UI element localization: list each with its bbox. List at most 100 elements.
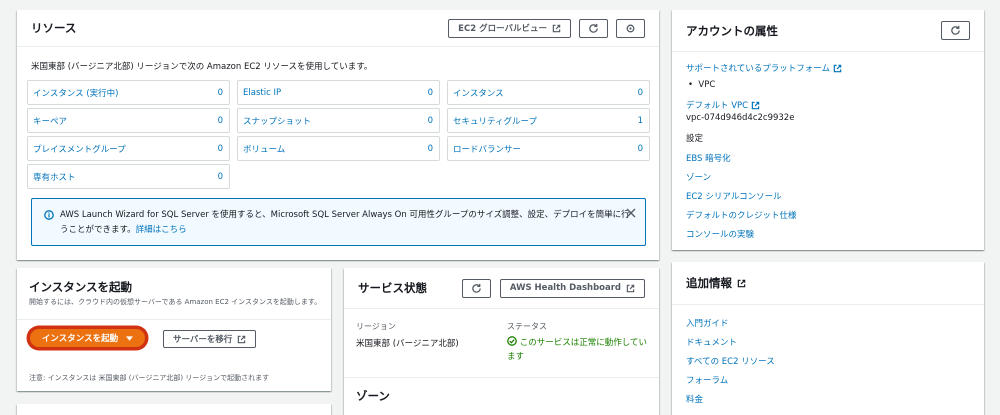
resource-label[interactable]: キーペア [33,115,67,127]
launch-button-label: インスタンスを起動 [41,334,119,344]
refresh-icon [951,25,960,35]
resource-count: 0 [637,87,643,98]
launch-region-note: 注意: インスタンスは 米国東部 (バージニア北部) リージョンで起動されます [29,374,270,382]
zones-title: ゾーン [356,389,390,403]
divider [17,319,331,320]
resource-count: 0 [427,143,433,154]
service-refresh-button[interactable] [461,278,491,298]
launch-wizard-info-alert: AWS Launch Wizard for SQL Server を使用すると、… [31,198,646,246]
refresh-button[interactable] [579,18,608,38]
resource-label[interactable]: インスタンス (実行中) [33,87,119,99]
documentation-link[interactable]: ドキュメント [686,338,737,348]
account-attributes-panel: アカウントの属性 サポートされているプラットフォーム • VPC デフォルト V… [672,10,984,250]
bullet-icon: • [688,80,699,90]
launch-instance-panel: インスタンスを起動 開始するには、クラウド内の仮想サーバーである Amazon … [17,268,331,391]
resources-description: 米国東部 (バージニア北部) リージョンで次の Amazon EC2 リソースを… [31,62,373,72]
resources-panel: リソース EC2 グローバルビュー 米国東部 (バージニア北部) リージョンで次… [17,10,659,260]
service-title: サービス状態 [358,281,427,295]
resource-count: 0 [217,87,223,98]
health-dashboard-label: AWS Health Dashboard [509,283,621,293]
resource-cell-dedicated-hosts[interactable]: 専有ホスト 0 [27,164,230,189]
vpc-bullet-row: • VPC [688,80,715,90]
console-experiments-link[interactable]: コンソールの実験 [686,230,754,240]
external-link-icon [552,24,561,32]
resource-label[interactable]: プレイスメントグループ [33,143,126,155]
account-title: アカウントの属性 [686,23,778,38]
ec2-global-view-button[interactable]: EC2 グローバルビュー [448,18,571,38]
caret-down-icon[interactable] [126,335,134,341]
status-value: このサービスは正常に動作しています [507,338,647,362]
more-info-title: 追加情報 [686,276,732,290]
resource-label[interactable]: 専有ホスト [33,171,76,183]
additional-info-panel: 追加情報 入門ガイド ドキュメント すべての EC2 リソース フォーラム 料金 [672,262,984,415]
external-link-icon [737,279,746,287]
resource-count: 0 [427,87,433,98]
migrate-server-button[interactable]: サーバーを移行 [163,330,257,348]
resource-cell-snapshots[interactable]: スナップショット 0 [237,108,440,133]
external-link-icon [751,101,760,110]
region-label: リージョン [356,322,396,331]
close-icon[interactable] [626,208,636,218]
account-refresh-button[interactable] [941,21,970,40]
all-ec2-resources-link[interactable]: すべての EC2 リソース [686,357,775,367]
service-header: サービス状態 AWS Health Dashboard [344,268,659,309]
next-panel-stub [17,404,331,415]
resource-label[interactable]: ロードバランサー [453,143,521,155]
resource-count: 0 [217,115,223,126]
getting-started-link[interactable]: 入門ガイド [686,319,729,329]
settings-button[interactable] [616,18,645,38]
status-label: ステータス [507,322,547,331]
gear-icon [626,24,635,32]
check-circle-icon [507,336,517,346]
serial-console-link[interactable]: EC2 シリアルコンソール [686,192,782,202]
resources-title: リソース [31,21,77,35]
resource-label[interactable]: インスタンス [453,87,504,99]
default-vpc-row[interactable]: デフォルト VPC [686,99,760,111]
resource-cell-key-pairs[interactable]: キーペア 0 [27,108,230,133]
region-value: 米国東部 (バージニア北部) [356,339,459,349]
default-credit-link[interactable]: デフォルトのクレジット仕様 [686,211,797,221]
resource-count: 0 [217,143,223,154]
launch-instance-button[interactable]: インスタンスを起動 [28,327,147,349]
alert-message-block: AWS Launch Wizard for SQL Server を使用すると、… [60,208,630,238]
resource-cell-running-instances[interactable]: インスタンス (実行中) 0 [27,80,230,105]
resource-count: 0 [427,115,433,126]
launch-subtitle: 開始するには、クラウド内の仮想サーバーである Amazon EC2 インスタンス… [29,298,322,306]
vpc-platform: VPC [698,80,716,90]
supported-platforms-row[interactable]: サポートされているプラットフォーム [686,62,842,74]
resource-cell-load-balancers[interactable]: ロードバランサー 0 [447,136,650,161]
divider [344,377,659,378]
service-health-panel: サービス状態 AWS Health Dashboard リージョン 米国東部 (… [344,268,659,415]
ec2-global-view-label: EC2 グローバルビュー [458,24,547,34]
refresh-icon [472,283,481,293]
supported-platforms-link[interactable]: サポートされているプラットフォーム [686,64,830,74]
default-vpc-link[interactable]: デフォルト VPC [686,101,748,111]
forums-link[interactable]: フォーラム [686,376,728,386]
resource-count: 0 [217,171,223,182]
health-dashboard-button[interactable]: AWS Health Dashboard [499,278,645,298]
resources-header: リソース EC2 グローバルビュー [17,10,659,47]
info-icon [44,210,54,220]
external-link-icon [626,284,635,292]
account-header: アカウントの属性 [672,10,984,52]
external-link-icon [833,64,841,73]
zones-link[interactable]: ゾーン [686,173,711,183]
resource-cell-elastic-ip[interactable]: Elastic IP 0 [237,80,440,105]
ebs-encryption-link[interactable]: EBS 暗号化 [686,154,731,164]
resource-count: 0 [637,143,643,154]
resource-cell-security-groups[interactable]: セキュリティグループ 1 [447,108,650,133]
settings-label: 設定 [686,134,704,144]
external-link-icon [238,335,246,343]
launch-title: インスタンスを起動 [29,280,133,294]
resource-cell-instances[interactable]: インスタンス 0 [447,80,650,105]
more-info-header: 追加情報 [672,262,984,305]
learn-more-link[interactable]: 詳細はこちら [136,225,187,235]
resource-label[interactable]: ボリューム [243,143,285,155]
pricing-link[interactable]: 料金 [686,395,703,405]
resource-label[interactable]: Elastic IP [243,88,281,98]
resource-label[interactable]: スナップショット [243,115,311,127]
resource-cell-volumes[interactable]: ボリューム 0 [237,136,440,161]
migrate-button-label: サーバーを移行 [173,335,233,345]
resource-cell-placement-groups[interactable]: プレイスメントグループ 0 [27,136,230,161]
resource-label[interactable]: セキュリティグループ [453,115,537,127]
